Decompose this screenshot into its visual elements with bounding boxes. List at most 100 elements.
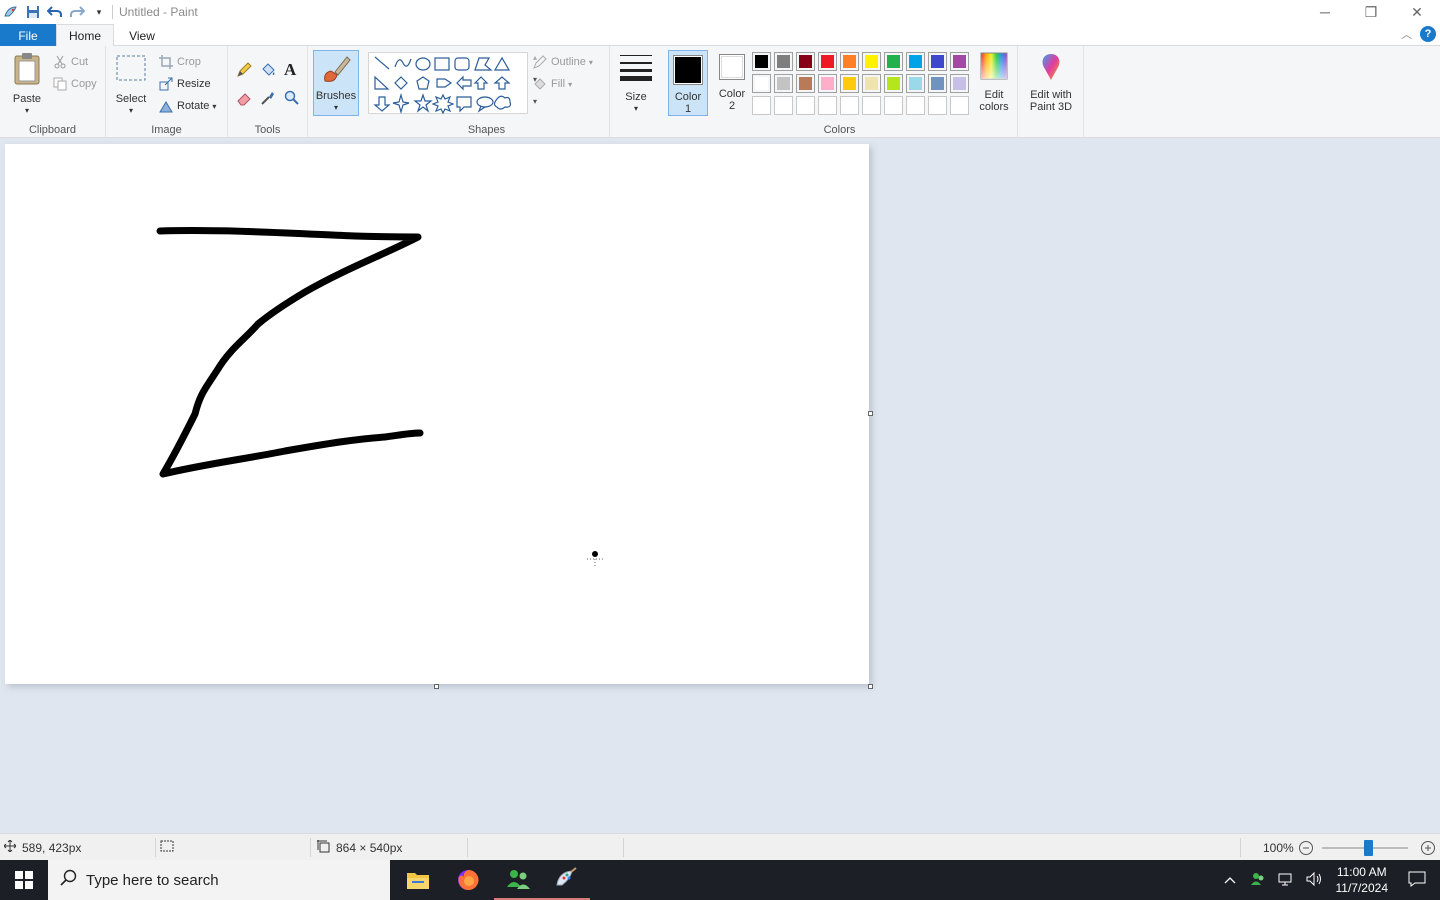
palette-swatch[interactable] <box>928 74 947 93</box>
palette-swatch-color <box>821 77 834 90</box>
palette-swatch[interactable] <box>862 74 881 93</box>
palette-swatch[interactable] <box>818 52 837 71</box>
cut-button[interactable]: Cut <box>52 54 88 70</box>
close-button[interactable]: ✕ <box>1394 0 1440 24</box>
outline-button[interactable]: Outline ▾ <box>532 54 593 70</box>
taskbar-firefox[interactable] <box>444 860 492 900</box>
palette-swatch[interactable] <box>774 52 793 71</box>
palette-empty-swatch[interactable] <box>818 96 837 115</box>
rotate-button[interactable]: Rotate ▾ <box>158 98 216 114</box>
notifications-icon[interactable] <box>1408 871 1426 890</box>
canvas-resize-handle-corner[interactable] <box>868 684 873 689</box>
palette-swatch[interactable] <box>796 52 815 71</box>
edit-colors-button[interactable]: Edit colors <box>974 52 1014 113</box>
palette-swatch[interactable] <box>950 52 969 71</box>
palette-empty-swatch[interactable] <box>796 96 815 115</box>
palette-swatch[interactable] <box>752 52 771 71</box>
paste-button[interactable]: Paste ▾ <box>8 52 46 117</box>
save-icon[interactable] <box>24 3 42 21</box>
eraser-icon[interactable] <box>236 90 252 109</box>
copy-button[interactable]: Copy <box>52 76 97 92</box>
crop-button[interactable]: Crop <box>158 54 201 70</box>
paint3d-group: Edit with Paint 3D <box>1018 46 1084 138</box>
palette-empty-swatch[interactable] <box>884 96 903 115</box>
zoom-slider[interactable] <box>1322 834 1412 861</box>
customize-qat-icon[interactable]: ▾ <box>90 3 108 21</box>
color-picker-icon[interactable] <box>260 90 276 109</box>
clock-time: 11:00 AM <box>1336 865 1387 879</box>
fill-button[interactable]: Fill ▾ <box>532 76 572 92</box>
minimize-button[interactable]: ─ <box>1302 0 1348 24</box>
brushes-button[interactable]: Brushes ▾ <box>313 50 359 116</box>
text-tool-icon[interactable]: A <box>284 60 296 80</box>
select-rect-icon <box>115 54 147 85</box>
palette-swatch[interactable] <box>840 74 859 93</box>
resize-button[interactable]: Resize <box>158 76 211 92</box>
zoom-out-button[interactable] <box>1298 834 1314 861</box>
palette-swatch[interactable] <box>928 52 947 71</box>
tab-home[interactable]: Home <box>56 24 114 47</box>
palette-swatch[interactable] <box>884 52 903 71</box>
zoom-slider-thumb[interactable] <box>1364 839 1373 856</box>
magnifier-icon[interactable] <box>284 90 300 109</box>
palette-empty-swatch[interactable] <box>840 96 859 115</box>
taskbar-file-explorer[interactable] <box>394 860 442 900</box>
taskbar-search-box[interactable]: Type here to search <box>48 860 390 900</box>
palette-swatch-color <box>865 77 878 90</box>
undo-icon[interactable] <box>46 3 64 21</box>
color2-button[interactable]: Color 2 <box>712 54 752 112</box>
taskbar-people-app[interactable] <box>494 860 542 900</box>
palette-swatch[interactable] <box>818 74 837 93</box>
pencil-icon[interactable] <box>236 62 252 81</box>
palette-swatch[interactable] <box>752 74 771 93</box>
select-button[interactable]: Select ▾ <box>114 54 148 117</box>
palette-empty-swatch[interactable] <box>928 96 947 115</box>
palette-swatch[interactable] <box>862 52 881 71</box>
redo-icon[interactable] <box>68 3 86 21</box>
taskbar-clock[interactable]: 11:00 AM 11/7/2024 <box>1336 864 1389 896</box>
edit-colors-label-line2: colors <box>979 101 1009 113</box>
selection-icon <box>160 840 174 855</box>
restore-button[interactable]: ❐ <box>1348 0 1394 24</box>
palette-swatch-color <box>931 55 944 68</box>
canvas-resize-handle-bottom[interactable] <box>434 684 439 689</box>
brush-cursor <box>587 548 607 571</box>
tab-view[interactable]: View <box>114 24 170 47</box>
cursor-position-text: 589, 423px <box>22 840 82 855</box>
zoom-out-icon <box>1299 840 1313 855</box>
status-separator <box>623 838 624 857</box>
paint-app-icon[interactable] <box>2 3 20 21</box>
collapse-ribbon-icon[interactable]: ︿ <box>1401 26 1412 42</box>
paint3d-label-line2: Paint 3D <box>1029 101 1073 113</box>
palette-swatch[interactable] <box>884 74 903 93</box>
zoom-in-icon <box>1421 840 1435 855</box>
edit-with-paint3d-button[interactable]: Edit with Paint 3D <box>1024 52 1078 113</box>
tab-file[interactable]: File <box>0 24 56 47</box>
palette-empty-swatch[interactable] <box>752 96 771 115</box>
palette-empty-swatch[interactable] <box>950 96 969 115</box>
tray-app-icon[interactable] <box>1250 871 1266 890</box>
network-icon[interactable] <box>1278 872 1294 889</box>
taskbar-paint[interactable] <box>542 860 590 900</box>
fill-bucket-icon[interactable] <box>260 62 276 81</box>
help-icon[interactable]: ? <box>1420 26 1436 42</box>
palette-swatch[interactable] <box>950 74 969 93</box>
shapes-more-icon[interactable]: ▾ <box>533 97 537 106</box>
volume-icon[interactable] <box>1306 871 1322 889</box>
color1-button[interactable]: Color 1 <box>668 50 708 116</box>
palette-swatch[interactable] <box>906 52 925 71</box>
start-button[interactable] <box>0 860 48 900</box>
zoom-in-button[interactable] <box>1420 834 1436 861</box>
show-hidden-icons[interactable] <box>1224 873 1236 887</box>
palette-swatch[interactable] <box>840 52 859 71</box>
drawing-canvas[interactable] <box>5 144 869 684</box>
palette-swatch[interactable] <box>796 74 815 93</box>
size-button[interactable]: Size ▾ <box>616 52 656 115</box>
palette-swatch[interactable] <box>774 74 793 93</box>
palette-empty-swatch[interactable] <box>774 96 793 115</box>
palette-empty-swatch[interactable] <box>906 96 925 115</box>
canvas-resize-handle-right[interactable] <box>868 411 873 416</box>
palette-empty-swatch[interactable] <box>862 96 881 115</box>
shapes-gallery[interactable]: ▴ ▾ ▾ <box>368 52 537 115</box>
palette-swatch[interactable] <box>906 74 925 93</box>
